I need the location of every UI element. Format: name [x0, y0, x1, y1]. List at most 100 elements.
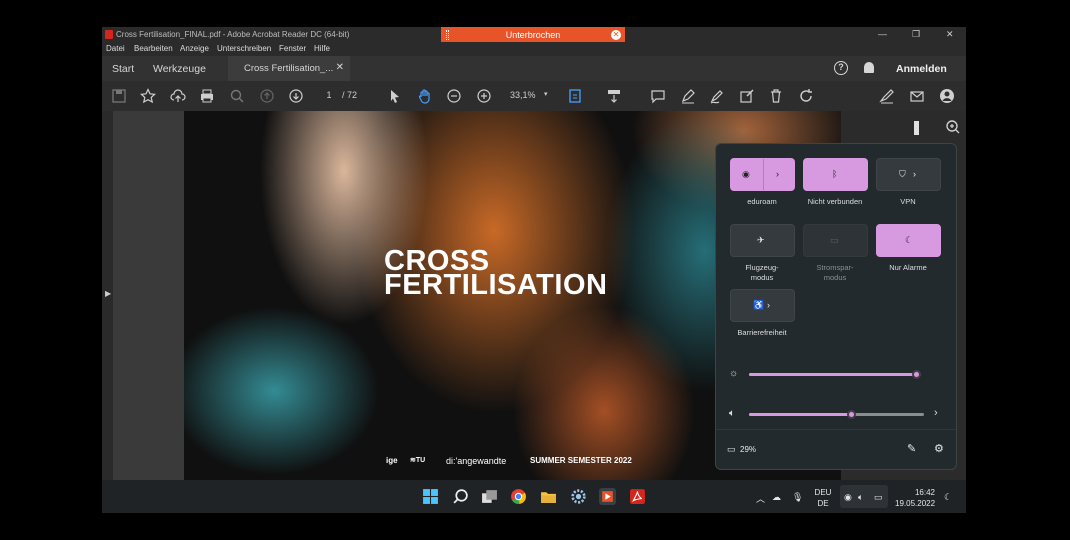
minimize-button[interactable]: — — [878, 29, 887, 39]
vpn-label: VPN — [900, 197, 916, 206]
accessibility-icon: ♿ — [753, 300, 765, 310]
print-icon[interactable] — [199, 88, 215, 104]
zoom-level[interactable]: 33,1% — [510, 90, 536, 100]
delete-icon[interactable] — [768, 88, 784, 104]
volume-slider[interactable] — [749, 410, 924, 419]
onedrive-cloud-icon[interactable]: ☁ — [772, 492, 781, 503]
tab-home[interactable]: Start — [112, 63, 134, 75]
sign-icon[interactable] — [709, 88, 725, 104]
footer-semester: SUMMER SEMESTER 2022 — [530, 456, 632, 465]
screen: Cross Fertilisation_FINAL.pdf - Adobe Ac… — [102, 27, 966, 513]
tab-tools[interactable]: Werkzeuge — [153, 63, 206, 75]
search-icon[interactable] — [229, 88, 245, 104]
save-icon[interactable] — [111, 88, 127, 104]
battery-saver-icon: ▭ — [830, 235, 839, 245]
volume-icon[interactable]: 🔈︎ — [729, 408, 735, 419]
moon-icon: ☾ — [905, 235, 914, 245]
brightness-fill — [749, 373, 916, 376]
accessibility-toggle[interactable]: ♿ › — [730, 289, 795, 322]
language-indicator[interactable]: DEU DE — [812, 487, 834, 509]
menu-file[interactable]: Datei — [106, 44, 125, 53]
focus-assist-toggle[interactable]: ☾ — [876, 224, 941, 257]
file-explorer-icon[interactable] — [540, 488, 557, 505]
microphone-icon[interactable]: 🎙︎ — [792, 492, 803, 503]
page-number-input[interactable]: 1 — [322, 90, 336, 100]
drag-handle-icon[interactable] — [446, 30, 449, 40]
settings-gear-icon[interactable]: ⚙ — [934, 442, 944, 455]
menu-sign[interactable]: Unterschreiben — [217, 44, 271, 53]
fit-page-icon[interactable] — [568, 88, 584, 104]
previous-page-icon[interactable] — [259, 88, 275, 104]
bluetooth-label: Nicht verbunden — [807, 197, 863, 206]
help-button[interactable]: ? — [834, 61, 848, 75]
battery-saver-label: Stromspar- modus — [816, 263, 854, 282]
bluetooth-toggle[interactable]: ᛒ — [803, 158, 868, 191]
volume-knob[interactable] — [847, 410, 856, 419]
menu-view[interactable]: Anzeige — [180, 44, 209, 53]
start-windows-icon[interactable] — [422, 488, 439, 505]
highlight-pen-icon[interactable] — [680, 88, 696, 104]
battery-saver-toggle: ▭ — [803, 224, 868, 257]
acrobat-icon[interactable] — [629, 488, 646, 505]
heading-line-2: FERTILISATION — [384, 269, 608, 301]
taskbar: ︿ ☁ 🎙︎ DEU DE ◉ 🔈︎ ▭ 16:42 19.05.2022 ☾ — [102, 480, 966, 513]
brightness-slider[interactable] — [749, 370, 921, 379]
recording-close-button[interactable]: ✕ — [611, 30, 621, 40]
chevron-right-icon[interactable]: › — [776, 169, 779, 179]
restore-button[interactable]: ❐ — [912, 29, 920, 40]
audio-output-chevron-icon[interactable]: › — [934, 407, 938, 419]
chrome-icon[interactable] — [510, 488, 527, 505]
settings-gear-icon[interactable] — [570, 488, 587, 505]
zoom-in-icon[interactable] — [476, 88, 492, 104]
chevron-right-icon[interactable]: › — [767, 300, 770, 310]
share-user-icon[interactable] — [939, 88, 955, 104]
wifi-toggle[interactable]: ◉ › — [730, 158, 795, 191]
brightness-knob[interactable] — [912, 370, 921, 379]
edit-pencil-icon[interactable]: ✎ — [907, 442, 916, 455]
login-button[interactable]: Anmelden — [896, 63, 947, 75]
wifi-label: eduroam — [747, 197, 777, 206]
airplane-icon: ✈ — [757, 235, 765, 245]
left-panel[interactable]: ▶ — [102, 111, 113, 480]
menu-edit[interactable]: Bearbeiten — [134, 44, 173, 53]
zoom-search-icon[interactable] — [945, 119, 961, 135]
clock-time: 16:42 — [914, 488, 935, 497]
wifi-icon: ◉ — [742, 169, 750, 179]
search-icon[interactable] — [452, 488, 469, 505]
star-icon[interactable] — [140, 88, 156, 104]
rotate-icon[interactable] — [798, 88, 814, 104]
keyboard-layout: DE — [817, 499, 829, 508]
vpn-toggle[interactable]: ⛉ › — [876, 158, 941, 191]
zoom-out-icon[interactable] — [446, 88, 462, 104]
menu-window[interactable]: Fenster — [279, 44, 306, 53]
document-heading: CROSS FERTILISATION — [384, 247, 608, 301]
upload-cloud-icon[interactable] — [170, 88, 186, 104]
wifi-icon: ◉ — [844, 492, 852, 502]
menu-help[interactable]: Hilfe — [314, 44, 330, 53]
close-tab-button[interactable]: ✕ — [336, 62, 344, 73]
recording-status-bar[interactable]: Unterbrochen ✕ — [441, 27, 625, 43]
hand-tool-icon[interactable] — [417, 88, 433, 104]
scrollbar-thumb[interactable] — [914, 121, 919, 135]
notification-moon-icon[interactable]: ☾ — [944, 492, 952, 503]
email-icon[interactable] — [909, 88, 925, 104]
notification-bell-icon[interactable] — [864, 62, 874, 73]
zoom-dropdown-icon[interactable]: ▾ — [544, 90, 548, 98]
screen-recorder-icon[interactable] — [599, 488, 616, 505]
next-page-icon[interactable] — [288, 88, 304, 104]
show-hidden-icons-chevron-icon[interactable]: ︿ — [756, 492, 765, 505]
edit-stamp-icon[interactable] — [739, 88, 755, 104]
scroll-mode-icon[interactable] — [606, 88, 622, 104]
task-view-icon[interactable] — [481, 488, 498, 505]
airplane-mode-label: Flugzeug- modus — [745, 263, 779, 282]
focus-assist-label: Nur Alarme — [889, 263, 927, 272]
comment-icon[interactable] — [650, 88, 666, 104]
expand-panel-icon[interactable]: ▶ — [105, 289, 111, 298]
chevron-right-icon[interactable]: › — [913, 169, 916, 179]
clock[interactable]: 16:42 19.05.2022 — [895, 487, 935, 509]
edit-sign-icon[interactable] — [879, 88, 895, 104]
select-cursor-icon[interactable] — [387, 88, 403, 104]
airplane-mode-toggle[interactable]: ✈ — [730, 224, 795, 257]
close-window-button[interactable]: ✕ — [946, 29, 954, 40]
tab-document[interactable]: Cross Fertilisation_... ✕ — [228, 56, 350, 81]
